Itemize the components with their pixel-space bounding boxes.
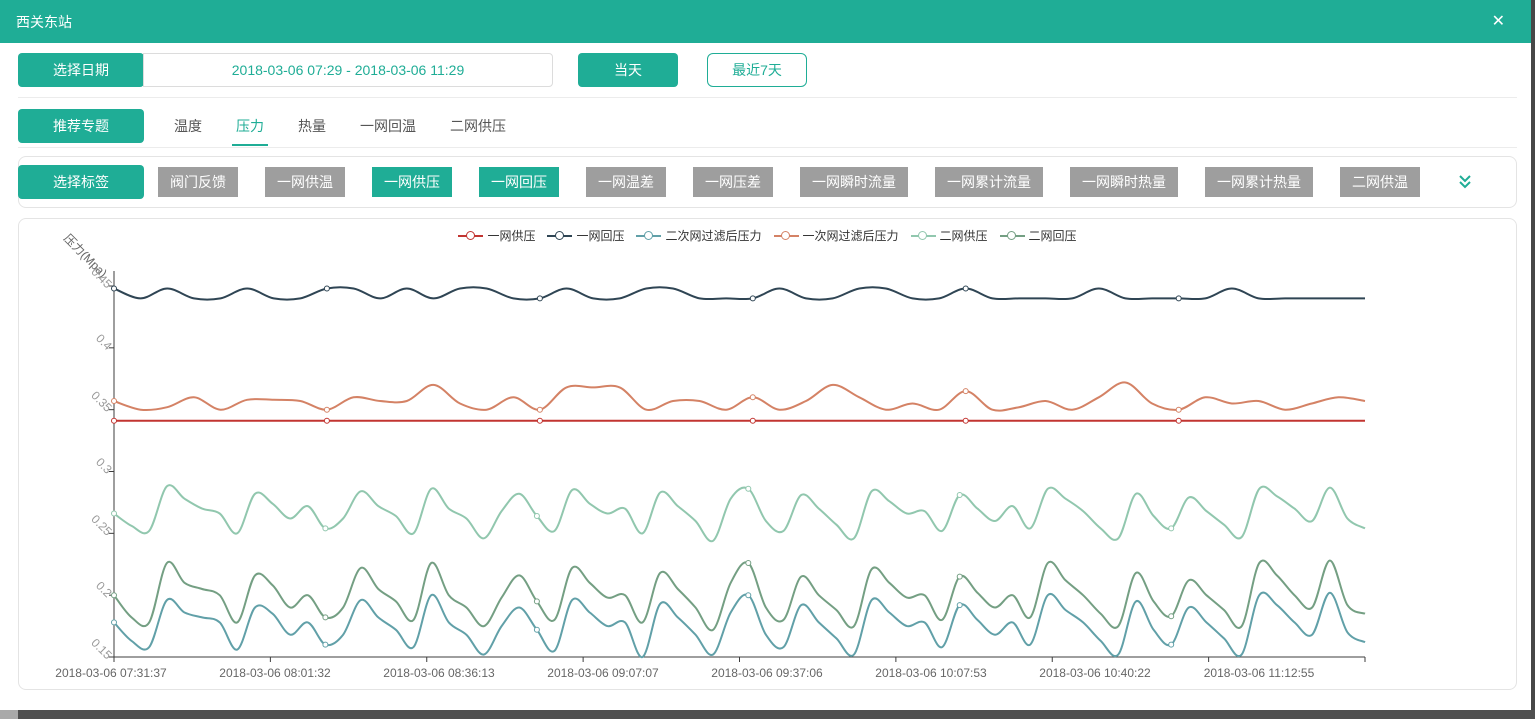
series-marker [323,417,330,424]
date-row: 选择日期 当天 最近7天 [18,52,1517,88]
right-scrollbar-track [1531,0,1535,719]
tag-button[interactable]: 一网瞬时热量 [1070,167,1178,197]
tag-button[interactable]: 阀门反馈 [158,167,238,197]
tag-button[interactable]: 一网压差 [693,167,773,197]
chart-card: 一网供压 一网回压 二次网过滤后压力 一次网过滤后压力 二网供压 二网回压 压力(Mpa)… [18,218,1517,690]
x-tick-label: 2018-03-06 08:01:32 [219,666,331,680]
topic-tab[interactable]: 压力 [232,106,268,146]
series-marker [323,285,330,292]
series-marker [749,394,756,401]
series-marker [1168,641,1175,648]
tag-button[interactable]: 一网瞬时流量 [800,167,908,197]
series-marker [749,295,756,302]
series-marker [323,406,330,413]
series-marker [1175,295,1182,302]
series-line [113,381,1366,412]
x-tick-label: 2018-03-06 09:07:07 [547,666,659,680]
x-tick-label: 2018-03-06 09:37:06 [711,666,823,680]
x-tick-label: 2018-03-06 11:12:55 [1204,666,1315,680]
chart-plot[interactable]: 压力(Mpa)0.450.40.350.30.250.20.152018-03-… [19,219,1516,689]
y-tick-label: 0.2 [93,579,115,601]
series-marker [533,598,540,605]
tag-button[interactable]: 一网供温 [265,167,345,197]
tag-button[interactable]: 一网回压 [479,167,559,197]
series-marker [533,513,540,519]
series-marker [111,417,117,424]
tag-button[interactable]: 一网累计热量 [1205,167,1313,197]
series-marker [111,510,117,517]
tag-button[interactable]: 二网供温 [1340,167,1420,197]
last-7-days-button[interactable]: 最近7天 [707,53,807,87]
series-marker [745,560,752,566]
series-marker [111,619,117,626]
tag-button[interactable]: 一网累计流量 [935,167,1043,197]
divider [18,97,1517,98]
series-marker [536,406,543,413]
y-tick-label: 0.15 [88,636,115,663]
series-marker [1168,525,1175,532]
select-tags-label: 选择标签 [18,165,144,199]
topic-tab[interactable]: 一网回温 [356,106,420,146]
titlebar: 西关东站 ✕ [0,0,1531,43]
series-marker [962,388,969,395]
series-marker [962,417,969,424]
series-line [113,484,1366,543]
series-marker [533,626,540,633]
recommended-topics-label: 推荐专题 [18,109,144,143]
series-marker [322,525,329,532]
select-date-button[interactable]: 选择日期 [18,53,144,87]
series-marker [956,492,963,498]
chevron-double-down-icon[interactable] [1456,174,1474,190]
series-marker [1168,613,1175,620]
topic-tab[interactable]: 二网供压 [446,106,510,146]
x-tick-label: 2018-03-06 10:07:53 [875,666,987,680]
series-marker [111,398,117,404]
x-tick-label: 2018-03-06 10:40:22 [1039,666,1151,680]
series-marker [536,417,543,424]
today-button[interactable]: 当天 [578,53,678,87]
series-marker [745,485,752,492]
close-icon[interactable]: ✕ [1486,10,1511,34]
series-marker [322,614,329,621]
x-tick-label: 2018-03-06 07:31:37 [55,666,167,680]
topic-tab[interactable]: 热量 [294,106,330,146]
tag-button[interactable]: 一网温差 [586,167,666,197]
x-tick-label: 2018-03-06 08:36:13 [383,666,495,680]
station-detail-window: 西关东站 ✕ 选择日期 当天 最近7天 推荐专题 温度压力热量一网回温二网供压 … [0,0,1535,719]
topic-tabs: 温度 压力 热量 一网回温 二网供压 [170,104,510,147]
horizontal-scrollbar-track [0,710,1535,719]
series-marker [745,592,752,599]
series-marker [536,295,543,302]
date-range-input[interactable] [143,53,553,87]
y-tick-label: 0.3 [93,455,115,477]
series-marker [322,641,329,648]
series-marker [956,602,963,609]
y-tick-label: 0.4 [93,331,115,353]
window-title: 西关东站 [16,13,72,30]
series-marker [111,285,117,292]
series-marker [749,417,756,424]
horizontal-scrollbar-thumb[interactable] [0,710,18,719]
y-tick-label: 0.35 [88,388,115,415]
series-line [113,559,1366,632]
tag-list: 阀门反馈 一网供温 一网供压 一网回压 一网温差 一网压差 一网瞬时流量 一网累计流量 一网瞬时… [158,167,1420,197]
series-marker [962,285,969,292]
series-marker [956,573,963,580]
tags-row: 选择标签 阀门反馈 一网供温 一网供压 一网回压 一网温差 一网压差 一网瞬时流量 一网累计流… [18,156,1517,208]
y-tick-label: 0.25 [88,512,115,539]
tag-button[interactable]: 一网供压 [372,167,452,197]
series-line [113,591,1366,659]
series-marker [1175,417,1182,424]
series-marker [111,592,117,599]
topic-tab[interactable]: 温度 [170,106,206,146]
series-marker [1175,406,1182,413]
topics-row: 推荐专题 温度 压力 热量 一网回温 二网供压 [18,104,1517,148]
